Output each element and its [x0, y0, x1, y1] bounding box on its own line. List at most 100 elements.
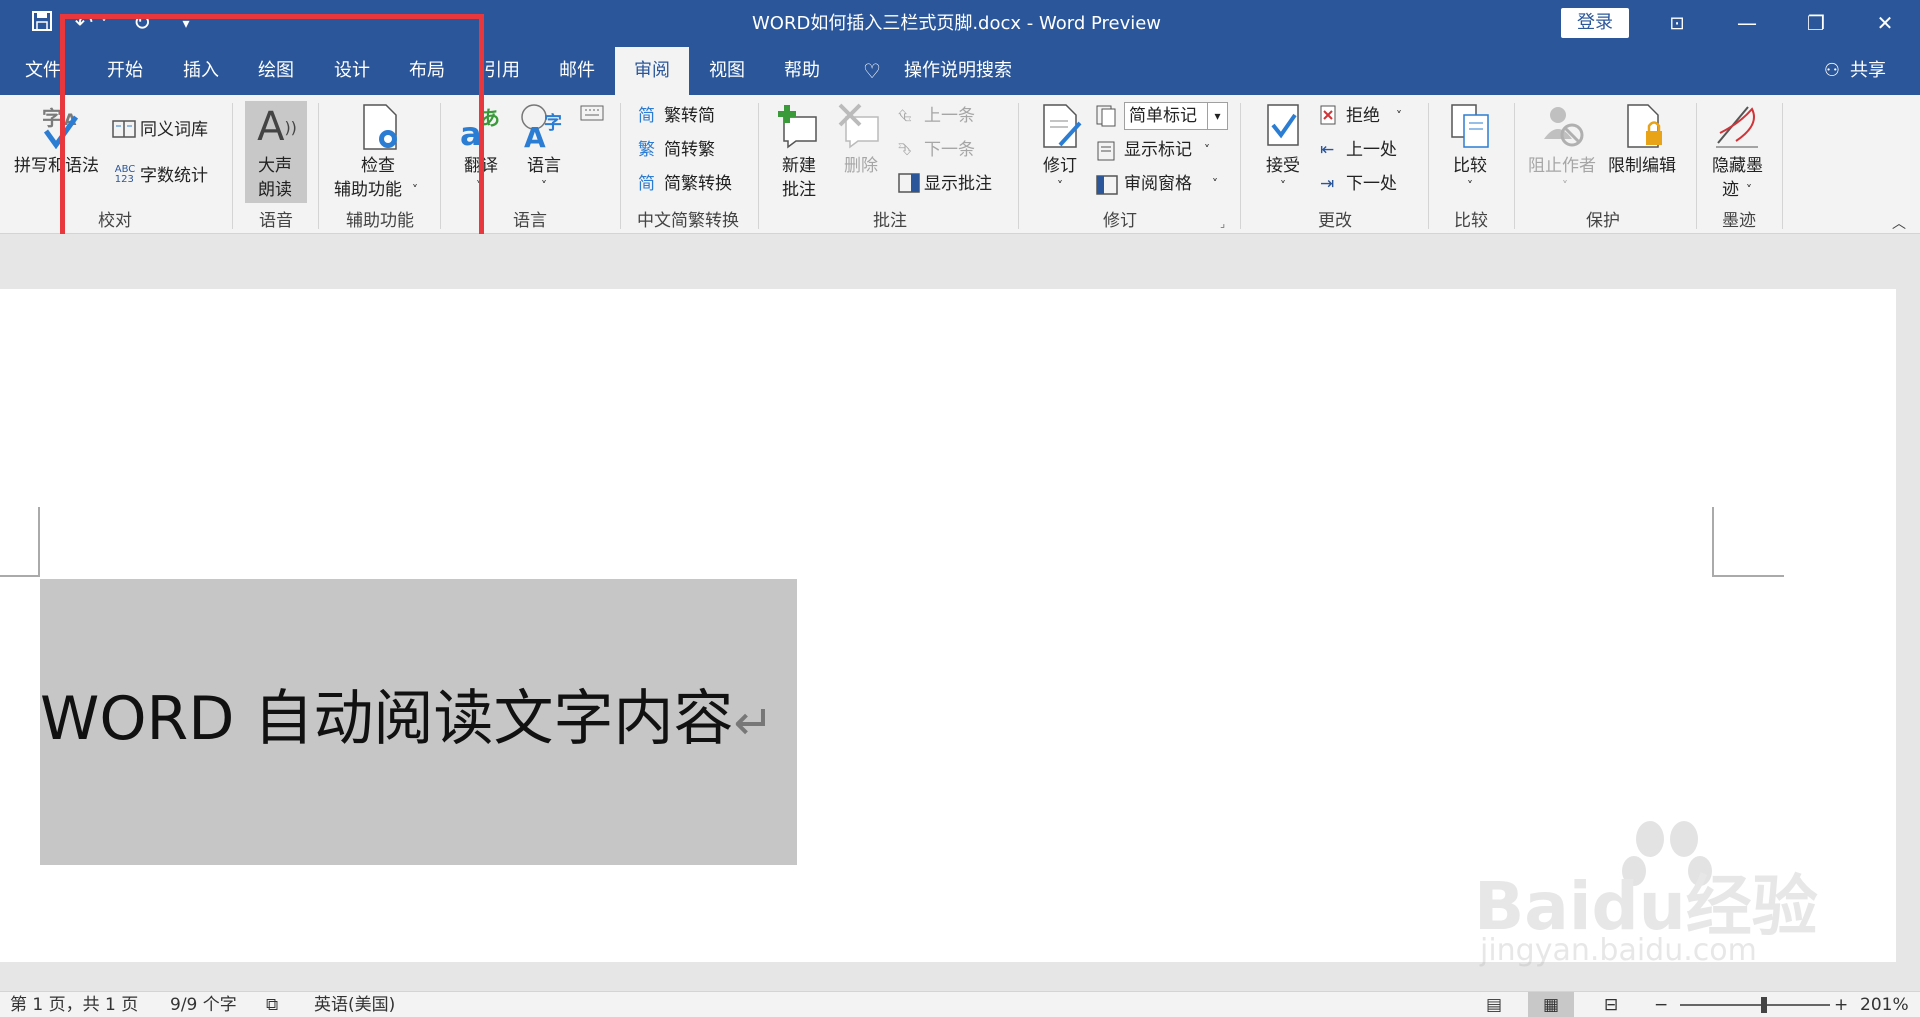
chevron-down-icon[interactable]: ˅ — [1280, 175, 1286, 197]
zoom-slider-track[interactable] — [1680, 1004, 1830, 1006]
next-change-icon[interactable]: ⇥ — [1320, 173, 1334, 195]
traditional-to-simplified-button[interactable]: 繁转简 — [664, 105, 715, 127]
vertical-scrollbar[interactable] — [1896, 289, 1920, 991]
simplified-to-traditional-icon[interactable]: 繁 — [638, 139, 655, 161]
reject-icon[interactable] — [1320, 105, 1338, 125]
margin-corner-left-h — [0, 575, 40, 577]
hide-ink-label-2[interactable]: 迹 — [1722, 179, 1739, 201]
show-comments-icon[interactable] — [898, 173, 920, 193]
next-change-button[interactable]: 下一处 — [1346, 173, 1397, 195]
track-changes-icon[interactable] — [1040, 103, 1084, 149]
language-status[interactable]: 英语(美国) — [314, 992, 395, 1017]
traditional-to-simplified-icon[interactable]: 简 — [638, 105, 655, 127]
zoom-out-button[interactable]: − — [1654, 992, 1668, 1017]
show-comments-button[interactable]: 显示批注 — [924, 173, 992, 195]
group-label-compare: 比较 — [1454, 211, 1488, 231]
login-button[interactable]: 登录 — [1561, 8, 1629, 38]
new-comment-label-2[interactable]: 批注 — [782, 179, 816, 201]
share-button[interactable]: 共享 — [1848, 47, 1888, 95]
markup-select[interactable]: 简单标记 ▾ — [1124, 102, 1228, 130]
chevron-down-icon[interactable]: ˅ — [1746, 179, 1752, 201]
zoom-in-button[interactable]: + — [1834, 992, 1848, 1017]
ribbon-display-options-icon[interactable]: ⊡ — [1648, 0, 1706, 47]
tab-view[interactable]: 视图 — [698, 47, 756, 95]
lightbulb-icon[interactable]: ♡ — [860, 47, 884, 95]
previous-comment-button: 上一条 — [924, 106, 975, 126]
ribbon-separator — [1240, 103, 1241, 229]
restrict-editing-button[interactable]: 限制编辑 — [1608, 155, 1676, 177]
previous-comment-icon: ⮴ — [898, 106, 912, 126]
previous-change-button[interactable]: 上一处 — [1346, 139, 1397, 161]
language-button[interactable]: 语言 — [527, 155, 561, 177]
close-button[interactable]: ✕ — [1856, 0, 1914, 47]
print-layout-icon[interactable]: ▦ — [1528, 992, 1574, 1017]
reviewing-pane-button[interactable]: 审阅窗格 — [1124, 173, 1192, 195]
accept-icon[interactable] — [1266, 103, 1302, 149]
page-count[interactable]: 第 1 页，共 1 页 — [10, 992, 138, 1017]
document-paragraph[interactable]: WORD 自动阅读文字内容↵ — [40, 679, 774, 759]
read-mode-icon[interactable]: ▤ — [1486, 992, 1502, 1017]
zoom-level[interactable]: 201% — [1860, 992, 1909, 1017]
compare-button[interactable]: 比较 — [1453, 155, 1487, 177]
chevron-down-icon[interactable]: ˅ — [541, 175, 547, 197]
web-layout-icon[interactable]: ⊟ — [1604, 992, 1618, 1017]
chevron-down-icon[interactable]: ▾ — [1207, 103, 1227, 129]
save-icon[interactable] — [28, 10, 56, 38]
reject-button[interactable]: 拒绝 — [1346, 105, 1380, 127]
previous-change-icon[interactable]: ⇤ — [1320, 139, 1334, 161]
reviewing-pane-icon[interactable] — [1096, 175, 1118, 195]
baidu-watermark: Baidu经验 jingyan.baidu.com — [1474, 809, 1824, 969]
ribbon-separator — [1514, 103, 1515, 229]
document-page[interactable]: WORD 自动阅读文字内容↵ Baidu经验 jingyan.baidu.com — [0, 289, 1896, 968]
language-icon[interactable]: A字 — [520, 103, 566, 151]
dialog-launcher-icon[interactable]: ⌟ — [1220, 213, 1225, 235]
hide-ink-label-1[interactable]: 隐藏墨 — [1712, 155, 1763, 177]
word-count[interactable]: 9/9 个字 — [170, 992, 237, 1017]
keyboard-icon[interactable] — [580, 105, 604, 121]
svg-text:字: 字 — [42, 106, 62, 130]
ribbon-separator — [1782, 103, 1783, 229]
tab-help[interactable]: 帮助 — [773, 47, 831, 95]
show-markup-icon[interactable] — [1096, 141, 1116, 161]
ribbon-separator — [1018, 103, 1019, 229]
restore-button[interactable]: ❐ — [1787, 0, 1845, 47]
chevron-down-icon[interactable]: ˅ — [1396, 105, 1402, 127]
chinese-conversion-icon[interactable]: 简 — [638, 173, 655, 195]
chevron-down-icon[interactable]: ˅ — [1212, 173, 1218, 195]
proofing-status-icon[interactable]: ⧉ — [266, 992, 278, 1017]
accept-button[interactable]: 接受 — [1266, 155, 1300, 177]
restrict-editing-icon[interactable] — [1624, 103, 1666, 149]
next-comment-button: 下一条 — [924, 140, 975, 160]
chevron-down-icon[interactable]: ˅ — [1057, 175, 1063, 197]
chevron-down-icon: ˅ — [1562, 179, 1568, 193]
markup-select-value: 简单标记 — [1129, 106, 1197, 126]
chevron-down-icon[interactable]: ˅ — [1467, 175, 1473, 197]
minimize-button[interactable]: — — [1718, 0, 1776, 47]
watermark-url: jingyan.baidu.com — [1480, 933, 1757, 968]
show-markup-button[interactable]: 显示标记 — [1124, 139, 1192, 161]
chevron-down-icon[interactable]: ˅ — [1204, 139, 1210, 161]
block-authors-button: 阻止作者 — [1528, 156, 1596, 176]
simplified-to-traditional-button[interactable]: 简转繁 — [664, 139, 715, 161]
compare-icon[interactable] — [1450, 103, 1492, 149]
zoom-slider-thumb[interactable] — [1761, 997, 1767, 1013]
new-comment-label-1[interactable]: 新建 — [782, 155, 816, 177]
paragraph-mark: ↵ — [733, 695, 774, 751]
block-authors-icon — [1540, 103, 1586, 149]
tab-review[interactable]: 审阅 — [615, 47, 689, 95]
chinese-conversion-button[interactable]: 简繁转换 — [664, 173, 732, 195]
new-comment-icon[interactable] — [776, 103, 820, 149]
ribbon-separator — [1696, 103, 1697, 229]
track-changes-button[interactable]: 修订 — [1043, 155, 1077, 177]
tell-me-search[interactable]: 操作说明搜索 — [898, 47, 1018, 95]
delete-comment-icon — [838, 103, 882, 149]
tab-mailings[interactable]: 邮件 — [548, 47, 606, 95]
group-label-changes: 更改 — [1318, 211, 1352, 231]
group-label-comments: 批注 — [873, 211, 907, 231]
group-label-language: 语言 — [513, 211, 547, 231]
person-icon[interactable]: ⚇ — [1820, 47, 1844, 95]
hide-ink-icon[interactable] — [1714, 103, 1760, 149]
group-label-protect: 保护 — [1586, 211, 1620, 231]
collapse-ribbon-icon[interactable]: ︿ — [1892, 213, 1906, 235]
svg-text:字: 字 — [544, 112, 562, 134]
